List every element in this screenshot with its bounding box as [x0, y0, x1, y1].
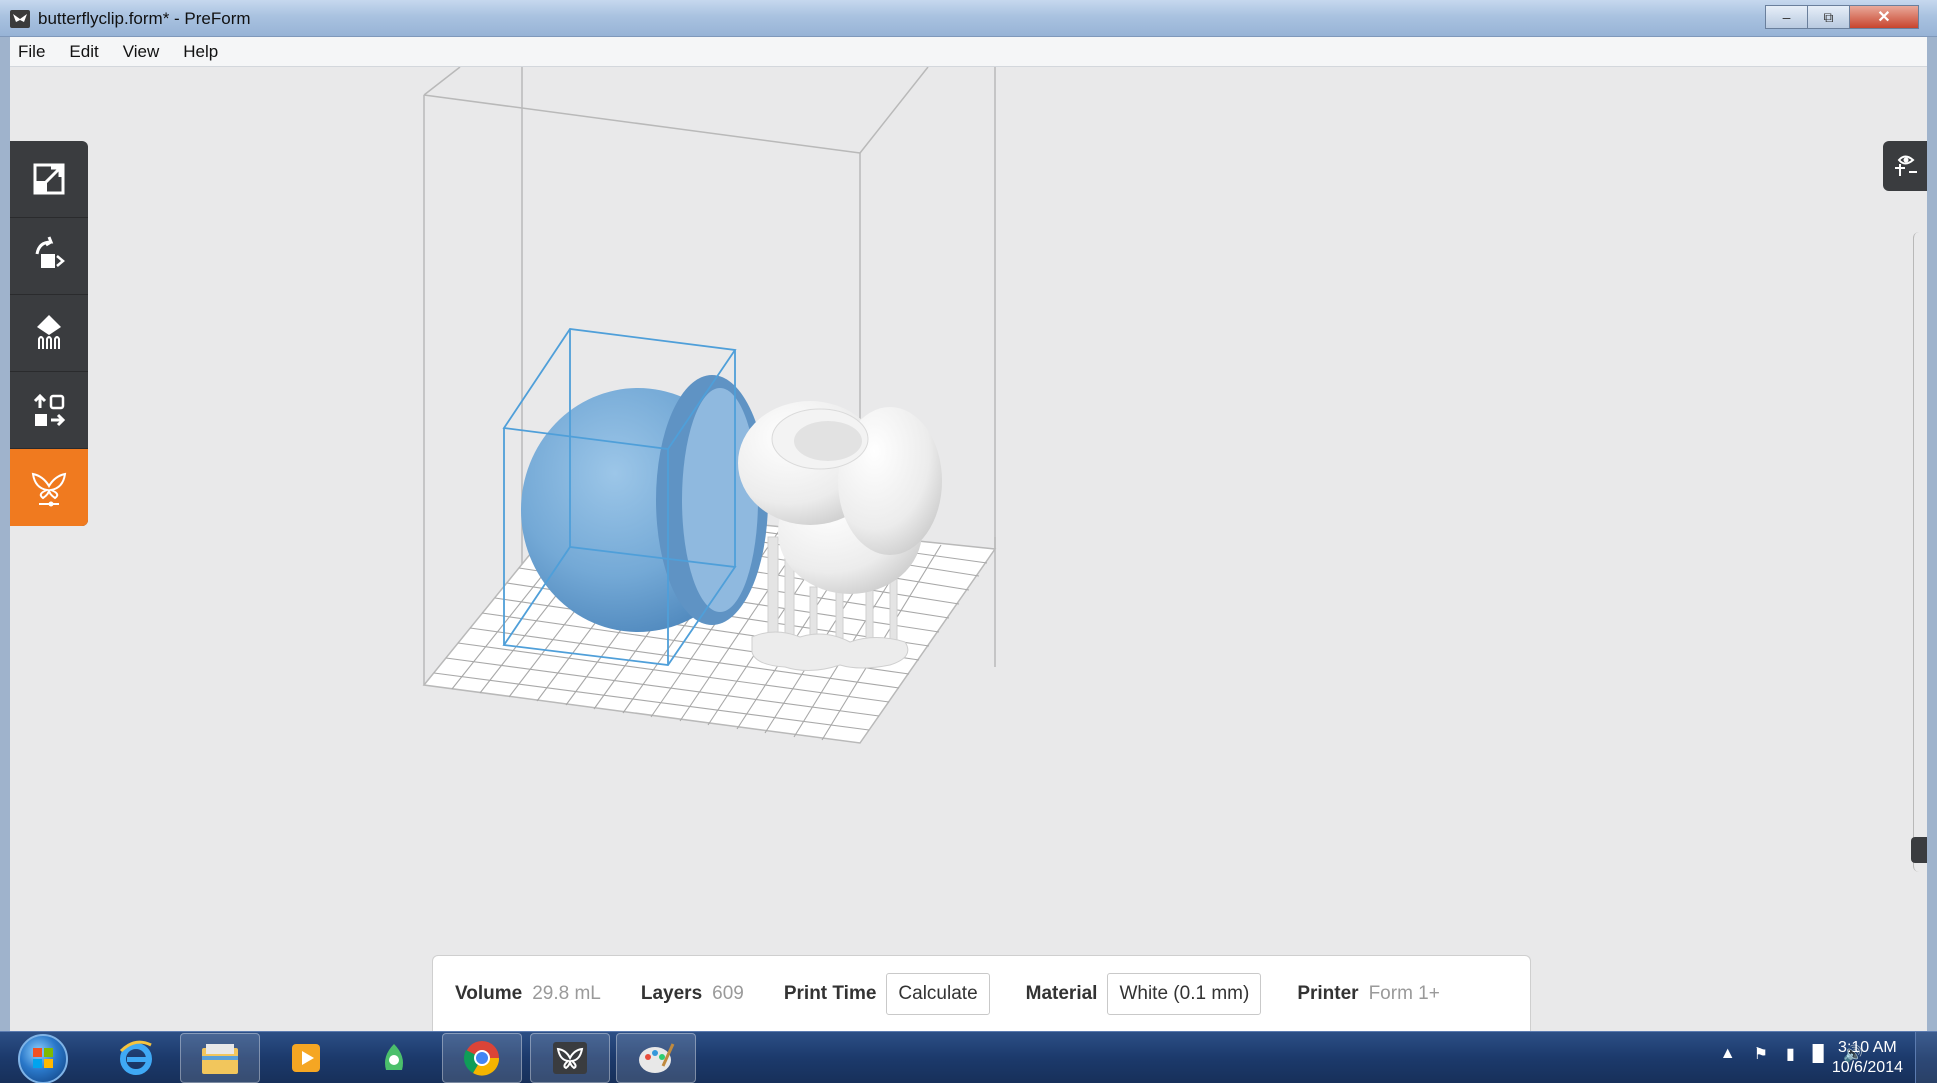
taskbar-file-explorer[interactable]: [180, 1033, 260, 1083]
layers-label: Layers: [640, 982, 703, 1004]
supports-icon: [37, 315, 61, 349]
scale-tool-button[interactable]: [10, 141, 88, 218]
layout-tool-button[interactable]: [10, 372, 88, 449]
zoom-handle[interactable]: [1911, 837, 1927, 863]
maximize-button[interactable]: ⧉: [1807, 5, 1849, 29]
view-panel-button[interactable]: [1883, 141, 1927, 191]
print-butterfly-icon: [31, 472, 67, 506]
taskbar: ▲ ⚑ ▮ ▉ 🔊 3:10 AM 10/6/2014: [0, 1031, 1937, 1083]
rotate-icon: [35, 236, 65, 268]
maximize-icon: ⧉: [1823, 8, 1834, 25]
volume-label: Volume: [455, 982, 523, 1004]
file-explorer-icon: [202, 1044, 238, 1074]
job-info-panel: Volume 29.8 mL Layers 609 Print Time Cal…: [432, 955, 1531, 1031]
printer-value: Form 1+: [1368, 982, 1440, 1004]
internet-explorer-icon: [119, 1040, 152, 1075]
menu-help[interactable]: Help: [183, 42, 218, 62]
clock-date: 10/6/2014: [1831, 1059, 1903, 1076]
view-eye-icon: [1895, 155, 1917, 176]
rotate-tool-button[interactable]: [10, 218, 88, 295]
selected-model[interactable]: [521, 375, 768, 632]
close-button[interactable]: ✕: [1849, 5, 1919, 29]
taskbar-media-player[interactable]: [266, 1033, 346, 1083]
calculate-button[interactable]: Calculate: [886, 972, 990, 1015]
window-title: butterflyclip.form* - PreForm: [38, 9, 251, 28]
menu-view[interactable]: View: [123, 42, 160, 62]
show-hidden-icons-icon[interactable]: ▲: [1720, 1045, 1736, 1063]
print-time-label: Print Time: [783, 982, 877, 1004]
show-desktop-button[interactable]: [1915, 1032, 1937, 1083]
paint-icon: [639, 1043, 675, 1073]
material-label: Material: [1025, 982, 1098, 1004]
3d-viewport[interactable]: Volume 29.8 mL Layers 609 Print Time Cal…: [10, 67, 1927, 1031]
window-title-bar: butterflyclip.form* - PreForm – ⧉ ✕: [0, 0, 1937, 37]
build-scene: [422, 67, 997, 744]
taskbar-chrome[interactable]: [442, 1033, 522, 1083]
volume-value: 29.8 mL: [532, 982, 601, 1004]
windows-logo-icon: [33, 1048, 53, 1068]
scale-icon: [33, 163, 65, 195]
printer-label: Printer: [1297, 982, 1359, 1004]
preform-icon: [553, 1042, 587, 1074]
zoom-track: [1913, 232, 1923, 872]
supports-tool-button[interactable]: [10, 295, 88, 372]
taskbar-clock[interactable]: 3:10 AM 10/6/2014: [1832, 1038, 1903, 1078]
taskbar-internet-explorer[interactable]: [96, 1033, 176, 1083]
layout-icon: [33, 393, 66, 427]
media-player-icon: [292, 1044, 320, 1072]
power-icon[interactable]: ▮: [1786, 1044, 1795, 1064]
action-center-flag-icon[interactable]: ⚑: [1754, 1044, 1768, 1064]
tool-panel: [10, 141, 88, 526]
network-signal-icon[interactable]: ▉: [1813, 1044, 1825, 1064]
layers-value: 609: [712, 982, 744, 1004]
minimize-button[interactable]: –: [1765, 5, 1807, 29]
clock-time: 3:10 AM: [1838, 1039, 1897, 1056]
start-button[interactable]: [18, 1034, 68, 1083]
chrome-icon: [464, 1041, 500, 1076]
menu-edit[interactable]: Edit: [69, 42, 98, 62]
taskbar-paint[interactable]: [616, 1033, 696, 1083]
taskbar-utility-app[interactable]: [354, 1033, 434, 1083]
menu-file[interactable]: File: [18, 42, 45, 62]
close-icon: ✕: [1877, 9, 1891, 26]
utility-app-icon: [385, 1044, 403, 1070]
material-select[interactable]: White (0.1 mm): [1107, 972, 1262, 1015]
menu-bar: File Edit View Help: [10, 37, 1927, 67]
print-tool-button[interactable]: [10, 449, 88, 526]
taskbar-preform[interactable]: [530, 1033, 610, 1083]
minimize-icon: –: [1782, 9, 1791, 25]
preform-app-icon: [10, 10, 30, 28]
